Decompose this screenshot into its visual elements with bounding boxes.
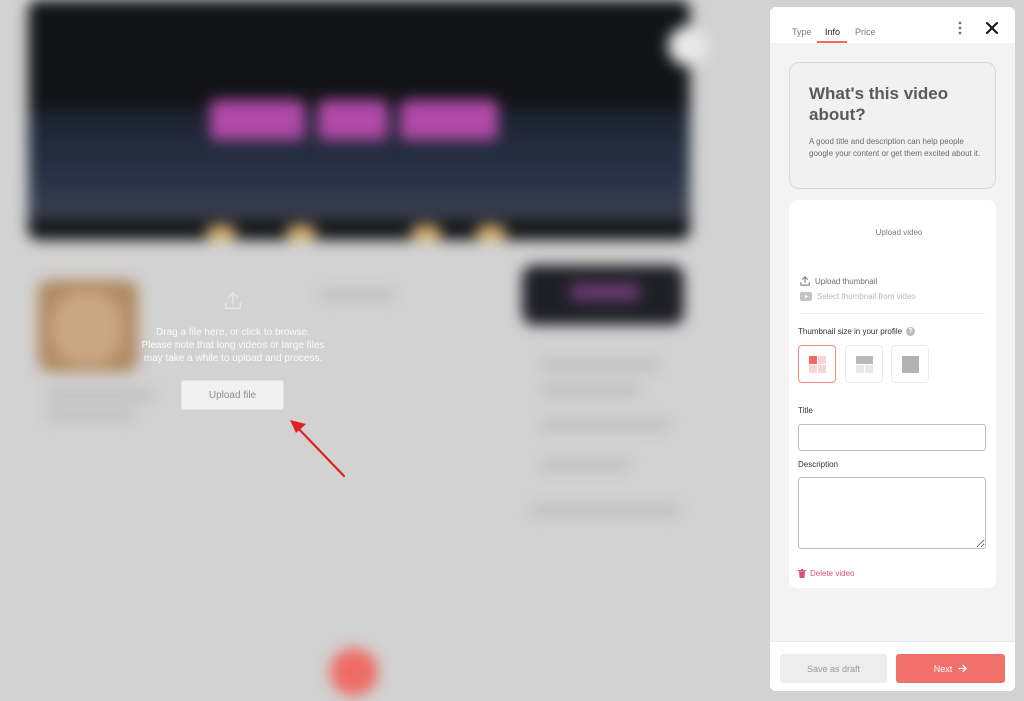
intro-card: What's this video about? A good title an… [789, 62, 996, 189]
video-form-card: Upload video Upload thumbnail Select thu… [789, 200, 996, 588]
intro-title: What's this video about? [809, 84, 949, 124]
close-icon[interactable] [984, 20, 1000, 36]
upload-cloud-icon[interactable] [222, 290, 244, 312]
large-thumbnail-icon [902, 356, 919, 373]
delete-video-label: Delete video [810, 569, 855, 578]
upload-thumbnail-link[interactable]: Upload thumbnail [800, 276, 877, 286]
tab-info[interactable]: Info [825, 27, 840, 37]
panel-body: What's this video about? A good title an… [770, 43, 1015, 641]
description-textarea[interactable] [798, 477, 986, 549]
title-input[interactable] [798, 424, 986, 451]
upload-instructions-line2: Please note that long videos or large fi… [141, 340, 325, 351]
select-thumbnail-label: Select thumbnail from video [817, 292, 916, 301]
help-icon[interactable]: ? [906, 327, 916, 336]
tab-type[interactable]: Type [792, 27, 812, 37]
video-icon [800, 292, 812, 301]
select-thumbnail-link[interactable]: Select thumbnail from video [800, 292, 916, 301]
next-button[interactable]: Next [896, 654, 1005, 683]
thumbnail-size-label: Thumbnail size in your profile ? [798, 327, 916, 336]
upload-file-button[interactable]: Upload file [181, 380, 284, 410]
title-label: Title [798, 406, 813, 415]
next-button-label: Next [933, 663, 953, 674]
upload-instructions-line3: may take a while to upload and process. [143, 353, 323, 364]
more-vertical-icon[interactable] [954, 19, 966, 37]
thumbnail-size-wide-option[interactable] [845, 345, 883, 383]
thumbnail-size-large-option[interactable] [891, 345, 929, 383]
upload-instructions-line1: Drag a file here, or click to browse. [156, 327, 310, 338]
tab-price[interactable]: Price [855, 27, 876, 37]
description-label: Description [798, 460, 839, 469]
wide-thumbnail-icon [856, 356, 873, 373]
upload-instructions: Drag a file here, or click to browse. Pl… [128, 326, 338, 365]
arrow-right-icon [958, 664, 967, 673]
delete-video-link[interactable]: Delete video [798, 569, 854, 578]
upload-thumbnail-label: Upload thumbnail [815, 276, 878, 286]
background-action-button [330, 648, 378, 696]
trash-icon [798, 569, 806, 578]
save-as-draft-button[interactable]: Save as draft [780, 654, 887, 683]
red-arrow-annotation [290, 420, 346, 478]
small-thumbnail-icon [809, 356, 826, 373]
panel-header: Type Info Price [770, 7, 1015, 43]
panel-footer: Save as draft Next [770, 641, 1015, 691]
divider [800, 313, 985, 314]
video-info-panel: Type Info Price What's this video about?… [770, 7, 1015, 691]
upload-icon [800, 276, 810, 286]
thumbnail-size-small-option[interactable] [798, 345, 836, 383]
intro-text: A good title and description can help pe… [809, 137, 981, 158]
upload-video-label[interactable]: Upload video [789, 228, 1009, 237]
